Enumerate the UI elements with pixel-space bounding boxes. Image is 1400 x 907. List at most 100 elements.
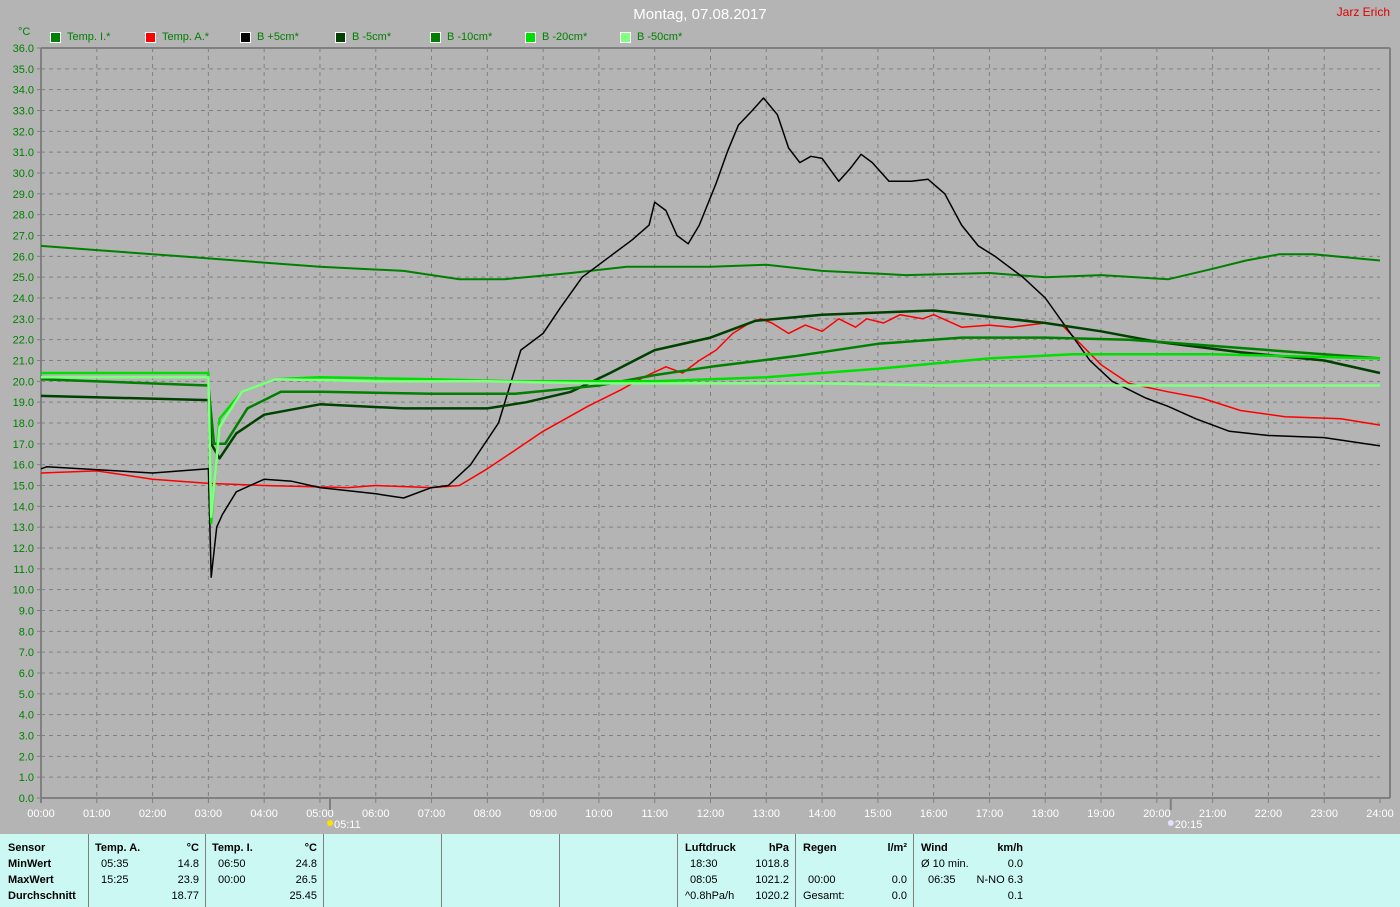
temp-i-max-time: 00:00: [218, 874, 246, 886]
temp-a-avg: 18.77: [171, 890, 199, 902]
row-label-max: MaxWert: [8, 874, 54, 886]
row-label-min: MinWert: [8, 858, 52, 870]
sunset-time: 20:15: [1175, 819, 1203, 831]
x-tick-label: 24:00: [1366, 808, 1394, 820]
y-tick-label: 3.0: [19, 731, 34, 743]
wind-avg: 0.0: [1007, 858, 1023, 870]
y-tick-label: 19.0: [13, 397, 34, 409]
temp-i-column: Temp. I. °C 06:50 24.8 00:00 26.5 25.45: [205, 834, 323, 907]
y-tick-label: 21.0: [13, 356, 34, 368]
luftdruck-column: Luftdruck hPa 18:30 1018.8 08:05 1021.2 …: [677, 834, 795, 907]
y-tick-label: 36.0: [13, 43, 34, 55]
y-tick-label: 24.0: [13, 293, 34, 305]
sunrise-icon: [327, 820, 334, 826]
x-tick-label: 00:00: [27, 808, 55, 820]
y-tick-label: 22.0: [13, 335, 34, 347]
wind-mean: 0.1: [1007, 890, 1023, 902]
luftdruck-header: Luftdruck: [685, 842, 736, 854]
x-tick-label: 01:00: [83, 808, 111, 820]
y-tick-label: 9.0: [19, 606, 34, 618]
x-tick-label: 12:00: [697, 808, 725, 820]
x-tick-label: 15:00: [864, 808, 892, 820]
x-tick-label: 10:00: [585, 808, 613, 820]
chart-area: 0.0 1.0 2.0 3.0 4.0 5.0 6.0 7.0 8.0 9.0 10.0 11.0 12…: [13, 43, 1394, 831]
wind-column: Wind km/h Ø 10 min. 0.0 06:35 N-NO 6.3 0…: [913, 834, 1031, 907]
y-tick-label: 12.0: [13, 543, 34, 555]
temp-i-max: 26.5: [295, 874, 317, 886]
wind-unit: km/h: [997, 842, 1023, 854]
y-tick-label: 33.0: [13, 106, 34, 118]
y-tick-label: 27.0: [13, 231, 34, 243]
sensor-column: Sensor MinWert MaxWert Durchschnitt: [0, 834, 88, 907]
x-tick-label: 20:00: [1143, 808, 1171, 820]
luftdruck-trend: ^0.8hPa/h: [685, 890, 735, 902]
y-tick-label: 10.0: [13, 585, 34, 597]
y-tick-label: 13.0: [13, 522, 34, 534]
statistics-panel: Sensor MinWert MaxWert Durchschnitt Temp…: [0, 834, 1400, 907]
x-tick-label: 07:00: [418, 808, 446, 820]
x-tick-label: 06:00: [362, 808, 390, 820]
regen-total-label: Gesamt:: [803, 890, 845, 902]
luftdruck-max-time: 08:05: [690, 874, 718, 886]
x-tick-label: 18:00: [1031, 808, 1059, 820]
y-tick-label: 8.0: [19, 626, 34, 638]
y-tick-label: 23.0: [13, 314, 34, 326]
y-tick-label: 29.0: [13, 189, 34, 201]
y-tick-label: 20.0: [13, 376, 34, 388]
x-tick-label: 16:00: [920, 808, 948, 820]
x-tick-label: 22:00: [1255, 808, 1283, 820]
sunrise-time: 05:11: [334, 819, 361, 831]
regen-max: 0.0: [891, 874, 907, 886]
luftdruck-unit: hPa: [768, 842, 789, 854]
y-tick-label: 26.0: [13, 251, 34, 263]
x-tick-label: 04:00: [250, 808, 278, 820]
y-tick-label: 28.0: [13, 210, 34, 222]
regen-total: 0.0: [891, 890, 907, 902]
regen-max-time: 00:00: [808, 874, 836, 886]
temp-a-column: Temp. A. °C 05:35 14.8 15:25 23.9 18.77: [88, 834, 205, 907]
temp-i-min-time: 06:50: [218, 858, 246, 870]
x-tick-label: 11:00: [641, 808, 668, 820]
regen-column: Regen l/m² 00:00 0.0 Gesamt: 0.0: [795, 834, 913, 907]
temp-i-unit: °C: [304, 842, 317, 854]
empty-column: [323, 834, 441, 907]
luftdruck-max: 1021.2: [755, 874, 789, 886]
temp-a-min-time: 05:35: [101, 858, 129, 870]
x-tick-label: 17:00: [976, 808, 1004, 820]
x-tick-label: 09:00: [529, 808, 557, 820]
x-tick-label: 03:00: [195, 808, 223, 820]
wind-max: N-NO 6.3: [976, 874, 1023, 886]
sunset-icon: [1167, 820, 1174, 826]
y-tick-label: 16.0: [13, 460, 34, 472]
y-tick-label: 1.0: [19, 772, 34, 784]
x-tick-label: 08:00: [474, 808, 502, 820]
empty-column: [559, 834, 677, 907]
temp-i-avg: 25.45: [289, 890, 317, 902]
temp-a-header: Temp. A.: [95, 842, 141, 854]
temp-a-unit: °C: [186, 842, 199, 854]
x-tick-label: 21:00: [1199, 808, 1227, 820]
luftdruck-min-time: 18:30: [690, 858, 718, 870]
wind-max-time: 06:35: [928, 874, 956, 886]
row-label-avg: Durchschnitt: [8, 890, 76, 902]
series-line-b-50cm-: [41, 375, 1380, 519]
regen-unit: l/m²: [887, 842, 907, 854]
empty-column: [441, 834, 559, 907]
wind-header: Wind: [921, 842, 948, 854]
temp-i-min: 24.8: [295, 858, 317, 870]
y-tick-label: 25.0: [13, 272, 34, 284]
y-tick-label: 15.0: [13, 481, 34, 493]
y-tick-label: 4.0: [19, 710, 34, 722]
sensor-header: Sensor: [8, 842, 46, 854]
y-tick-label: 18.0: [13, 418, 34, 430]
x-tick-label: 02:00: [139, 808, 167, 820]
temp-a-min: 14.8: [177, 858, 199, 870]
y-tick-label: 5.0: [19, 689, 34, 701]
y-tick-label: 14.0: [13, 501, 34, 513]
y-tick-label: 6.0: [19, 668, 34, 680]
x-tick-label: 14:00: [808, 808, 836, 820]
y-tick-label: 11.0: [13, 564, 34, 576]
x-tick-label: 19:00: [1087, 808, 1115, 820]
temp-i-header: Temp. I.: [212, 842, 253, 854]
x-tick-label: 13:00: [753, 808, 781, 820]
